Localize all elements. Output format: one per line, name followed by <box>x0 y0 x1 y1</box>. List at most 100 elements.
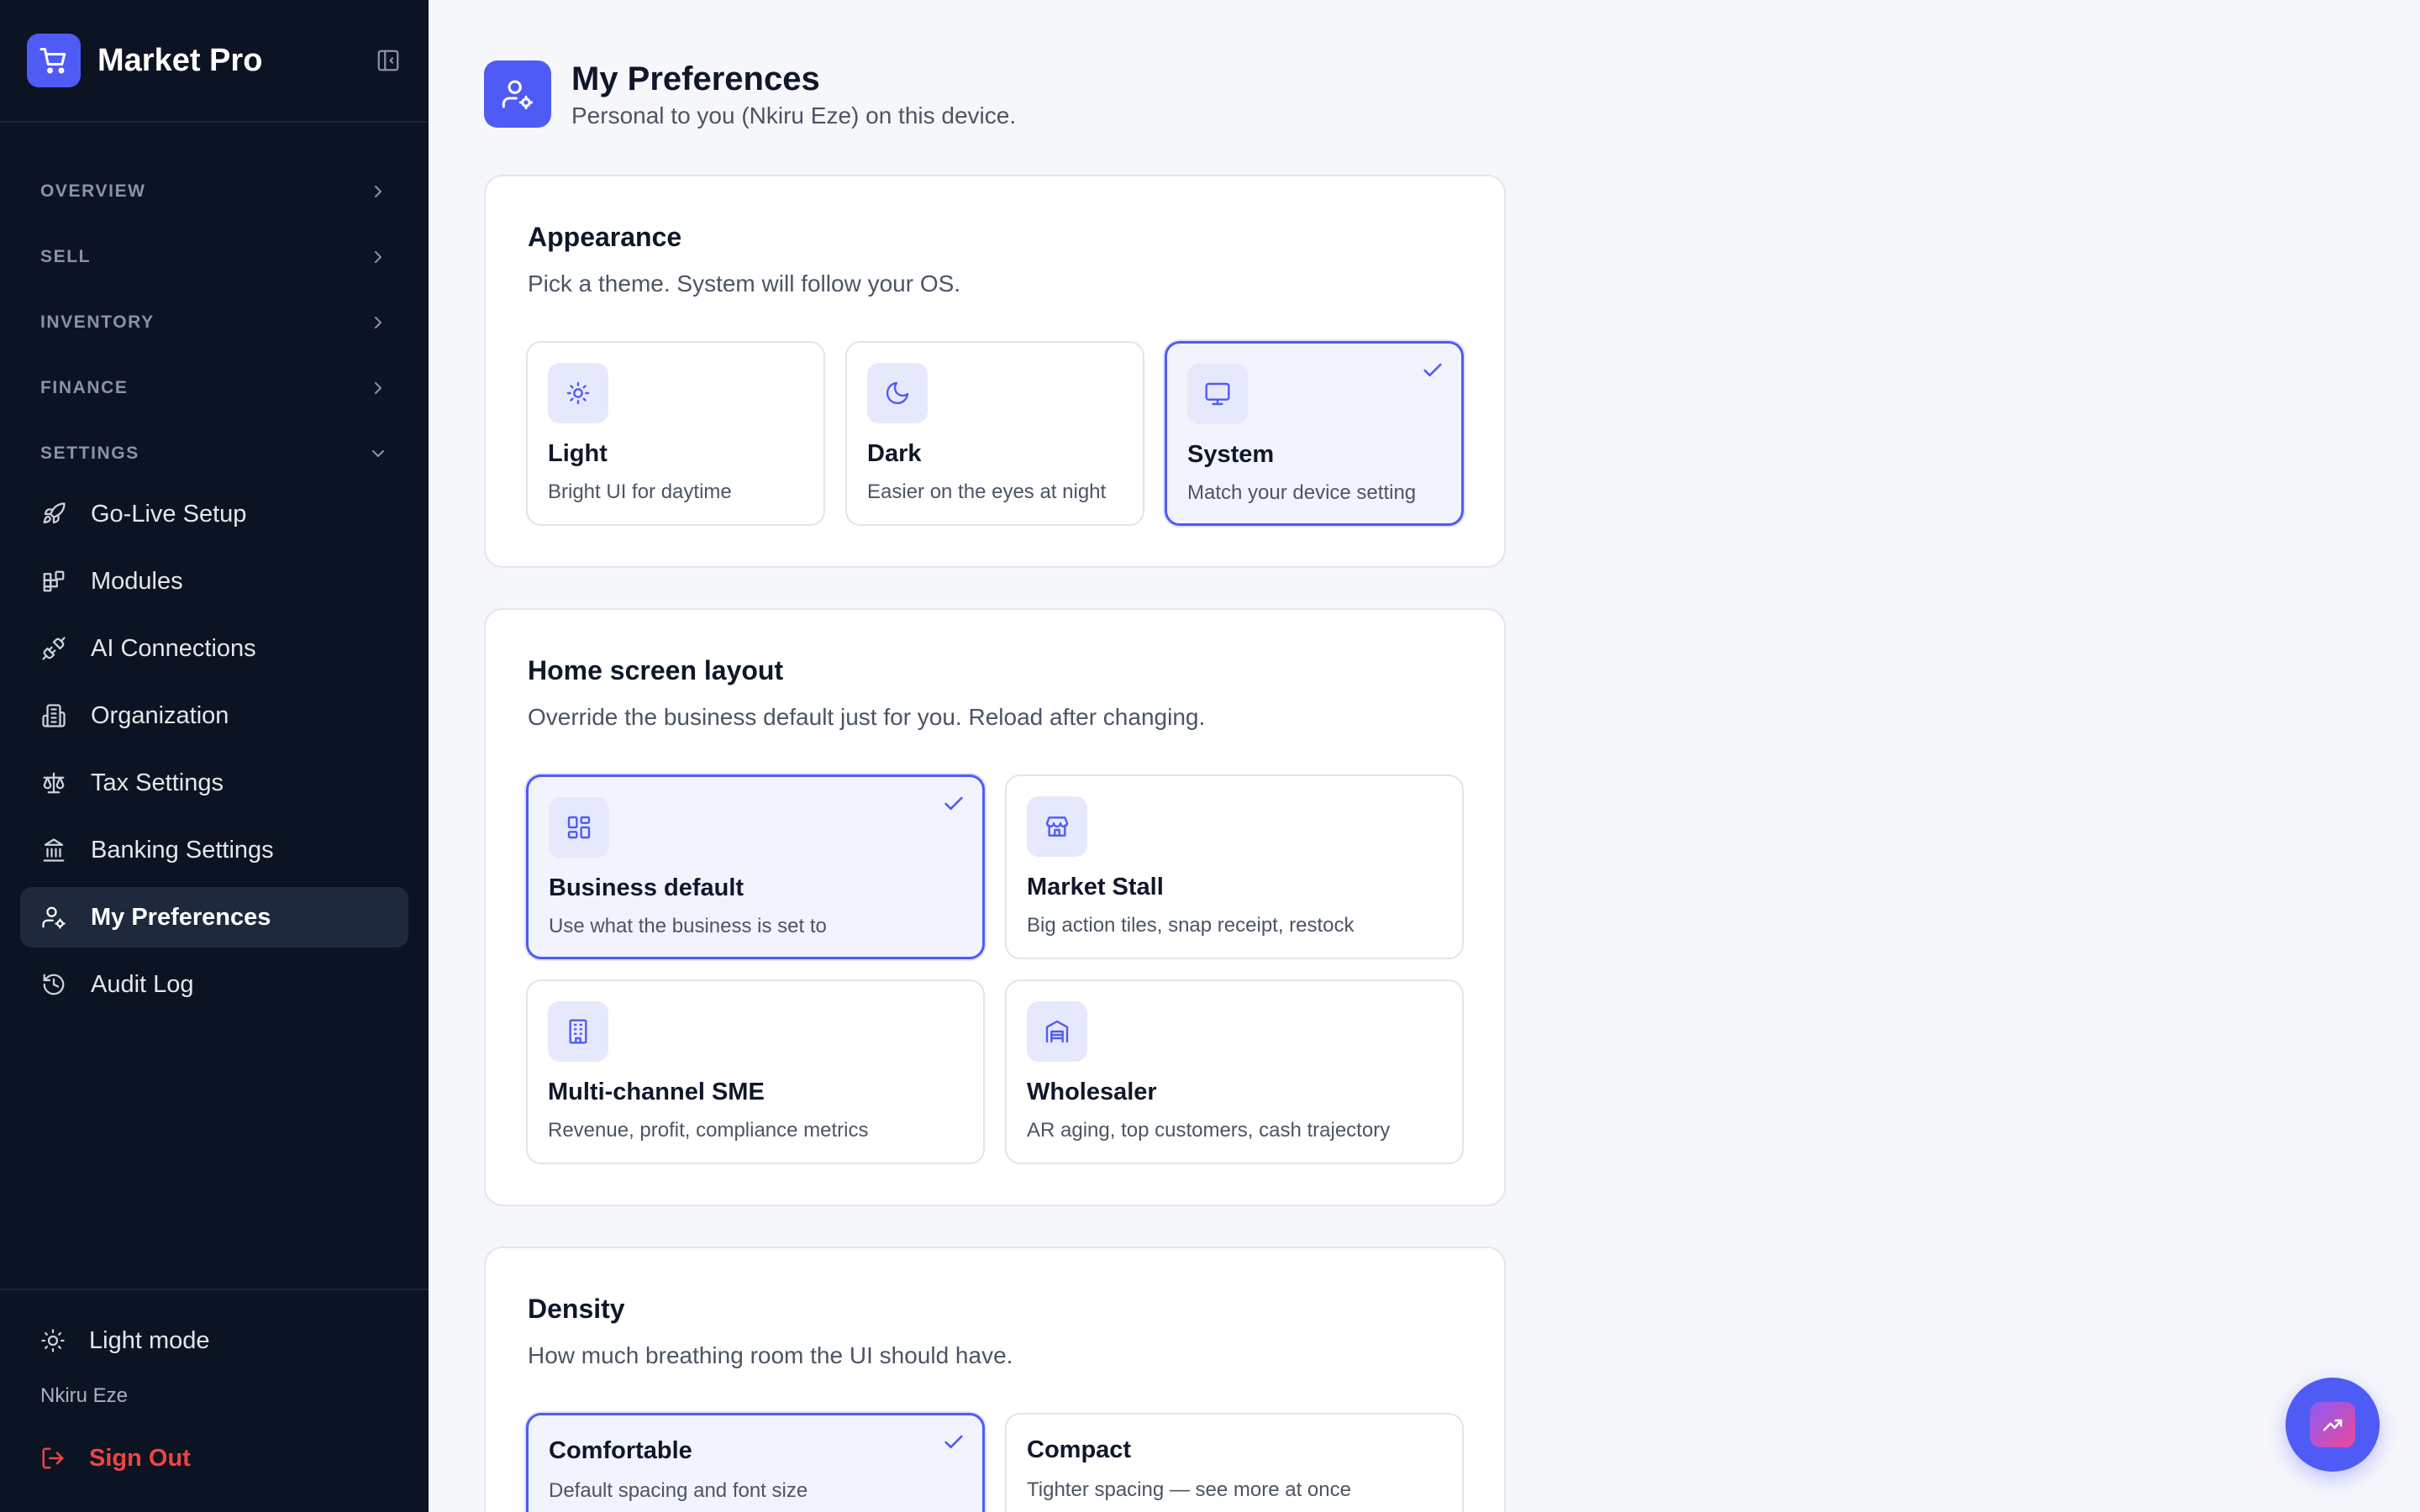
sidebar: Market Pro OVERVIEW SELL INVENTORY FINAN… <box>0 0 429 1512</box>
card-description: Pick a theme. System will follow your OS… <box>528 270 961 297</box>
option-title: Dark <box>867 440 922 467</box>
nav-section-label: FINANCE <box>40 378 129 397</box>
sidebar-collapse-button[interactable] <box>375 47 402 74</box>
history-icon <box>40 971 67 998</box>
user-cog-icon <box>484 60 551 128</box>
user-name: Nkiru Eze <box>40 1384 129 1407</box>
option-description: Default spacing and font size <box>549 1479 808 1502</box>
option-description: Bright UI for daytime <box>548 480 732 503</box>
nav-section-label: SETTINGS <box>40 444 139 463</box>
card-title: Appearance <box>528 222 682 252</box>
nav-section-label: OVERVIEW <box>40 181 146 201</box>
layout-option-wholesaler[interactable]: Wholesaler AR aging, top customers, cash… <box>1005 979 1464 1164</box>
option-description: Big action tiles, snap receipt, restock <box>1027 914 1355 937</box>
option-description: Easier on the eyes at night <box>867 480 1107 503</box>
nav-section-label: SELL <box>40 247 92 266</box>
appearance-card: Appearance Pick a theme. System will fol… <box>484 175 1506 568</box>
chevron-right-icon <box>375 251 381 263</box>
card-title: Density <box>528 1294 625 1324</box>
panel-left-icon <box>377 50 399 71</box>
sidebar-item-my-preferences[interactable]: My Preferences <box>20 887 408 948</box>
store-icon <box>1027 796 1087 857</box>
option-description: Tighter spacing — see more at once <box>1027 1478 1351 1501</box>
sidebar-item-label: Audit Log <box>91 970 194 998</box>
sidebar-item-organization[interactable]: Organization <box>20 685 408 746</box>
nav-section-sell[interactable]: SELL <box>40 240 388 274</box>
sidebar-item-label: My Preferences <box>91 903 271 931</box>
card-description: How much breathing room the UI should ha… <box>528 1342 1013 1368</box>
scale-icon <box>40 769 67 796</box>
sidebar-item-label: Modules <box>91 567 183 595</box>
option-description: AR aging, top customers, cash trajectory <box>1027 1119 1391 1142</box>
brand: Market Pro <box>27 34 402 87</box>
card-title: Home screen layout <box>528 655 784 685</box>
check-icon <box>1419 357 1446 384</box>
option-title: System <box>1187 441 1275 468</box>
moon-icon <box>867 363 928 423</box>
nav-section-overview[interactable]: OVERVIEW <box>40 175 388 208</box>
theme-option-light[interactable]: Light Bright UI for daytime <box>526 341 825 526</box>
sidebar-item-label: Organization <box>91 701 229 729</box>
layout-option-multi-channel-sme[interactable]: Multi-channel SME Revenue, profit, compl… <box>526 979 985 1164</box>
sidebar-item-modules[interactable]: Modules <box>20 551 408 612</box>
sign-out-button[interactable]: Sign Out <box>40 1440 191 1477</box>
option-title: Comfortable <box>549 1437 692 1464</box>
grid-icon <box>549 797 609 858</box>
nav-section-settings[interactable]: SETTINGS <box>40 437 388 470</box>
log-out-icon <box>42 1447 64 1469</box>
layout-option-business-default[interactable]: Business default Use what the business i… <box>526 774 985 959</box>
sidebar-item-label: Tax Settings <box>91 769 224 796</box>
page-subtitle: Personal to you (Nkiru Eze) on this devi… <box>571 102 1017 129</box>
option-title: Wholesaler <box>1027 1079 1157 1105</box>
sign-out-label: Sign Out <box>89 1444 191 1472</box>
monitor-icon <box>1187 364 1248 424</box>
nav-section-inventory[interactable]: INVENTORY <box>40 306 388 339</box>
page-title: My Preferences <box>571 60 820 97</box>
chevron-right-icon <box>375 317 381 328</box>
option-description: Revenue, profit, compliance metrics <box>548 1119 869 1142</box>
rocket-icon <box>40 501 67 528</box>
sidebar-item-label: Banking Settings <box>91 836 274 864</box>
home-layout-card: Home screen layout Override the business… <box>484 608 1506 1206</box>
office-icon <box>548 1001 608 1062</box>
sidebar-item-banking-settings[interactable]: Banking Settings <box>20 820 408 880</box>
sidebar-item-audit-log[interactable]: Audit Log <box>20 954 408 1015</box>
chevron-right-icon <box>375 186 381 197</box>
app-name: Market Pro <box>97 42 263 78</box>
theme-option-system[interactable]: System Match your device setting <box>1165 341 1464 526</box>
user-cog-icon <box>40 904 67 931</box>
warehouse-icon <box>1027 1001 1087 1062</box>
density-option-comfortable[interactable]: Comfortable Default spacing and font siz… <box>526 1413 985 1512</box>
option-title: Light <box>548 440 608 467</box>
sun-icon <box>41 1329 65 1352</box>
divider <box>0 1289 429 1290</box>
sun-icon <box>548 363 608 423</box>
nav-section-finance[interactable]: FINANCE <box>40 371 388 405</box>
trending-up-icon <box>2310 1402 2355 1447</box>
theme-option-dark[interactable]: Dark Easier on the eyes at night <box>845 341 1144 526</box>
cart-icon <box>27 34 81 87</box>
chevron-right-icon <box>375 382 381 394</box>
sidebar-item-go-live-setup[interactable]: Go-Live Setup <box>20 484 408 544</box>
layout-option-market-stall[interactable]: Market Stall Big action tiles, snap rece… <box>1005 774 1464 959</box>
check-icon <box>940 1429 967 1456</box>
chevron-down-icon <box>372 450 384 457</box>
card-description: Override the business default just for y… <box>528 704 1206 730</box>
sidebar-item-label: AI Connections <box>91 634 256 662</box>
modules-icon <box>40 568 67 595</box>
sidebar-item-label: Go-Live Setup <box>91 500 247 528</box>
option-description: Use what the business is set to <box>549 915 827 937</box>
check-icon <box>940 790 967 817</box>
density-card: Density How much breathing room the UI s… <box>484 1247 1506 1512</box>
density-option-compact[interactable]: Compact Tighter spacing — see more at on… <box>1005 1413 1464 1512</box>
light-mode-label: Light mode <box>89 1326 210 1354</box>
sidebar-item-ai-connections[interactable]: AI Connections <box>20 618 408 679</box>
light-mode-toggle[interactable]: Light mode <box>40 1320 210 1361</box>
nav-section-label: INVENTORY <box>40 312 155 332</box>
plug-icon <box>40 635 67 662</box>
insights-fab-button[interactable] <box>2286 1378 2380 1472</box>
option-description: Match your device setting <box>1187 481 1417 504</box>
divider <box>0 121 429 123</box>
option-title: Compact <box>1027 1436 1132 1463</box>
sidebar-item-tax-settings[interactable]: Tax Settings <box>20 753 408 813</box>
